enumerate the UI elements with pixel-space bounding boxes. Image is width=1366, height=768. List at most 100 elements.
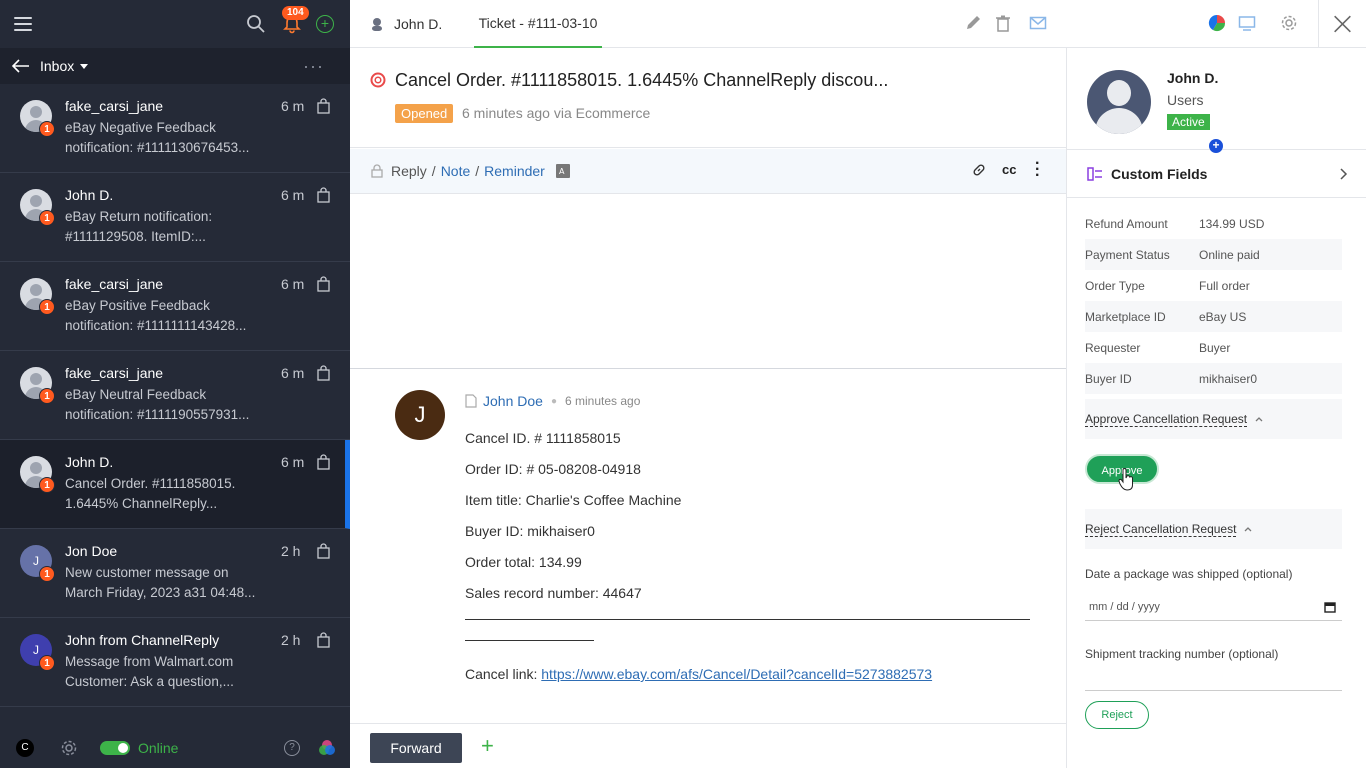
conversation-item[interactable]: 1 fake_carsi_jane eBay Negative Feedback n… xyxy=(0,84,350,173)
field-key: Refund Amount xyxy=(1085,216,1168,231)
reject-button[interactable]: Reject xyxy=(1085,701,1149,729)
add-icon[interactable]: + xyxy=(481,735,494,757)
tab-user-label: John D. xyxy=(394,16,443,32)
shopping-bag-icon[interactable] xyxy=(317,632,330,648)
conversation-name: fake_carsi_jane xyxy=(65,276,164,292)
more-vertical-icon[interactable]: · · · xyxy=(1035,156,1040,184)
online-toggle[interactable] xyxy=(100,741,130,755)
mail-icon[interactable] xyxy=(1029,14,1047,32)
chevron-down-icon[interactable] xyxy=(80,63,89,69)
conversation-snippet: eBay Negative Feedback notification: #11… xyxy=(65,120,250,155)
online-status-label: Online xyxy=(138,740,179,756)
lifebuoy-icon xyxy=(370,72,386,88)
conversation-time: 6 m xyxy=(281,98,305,114)
more-options-icon[interactable]: ··· xyxy=(303,56,324,77)
unread-count-badge: 1 xyxy=(39,388,55,404)
shopping-bag-icon[interactable] xyxy=(317,276,330,292)
trash-icon[interactable] xyxy=(994,14,1012,32)
custom-fields: Refund Amount 134.99 USD Payment Status On… xyxy=(1067,198,1366,729)
shopping-bag-icon[interactable] xyxy=(317,454,330,470)
conversation-snippet: Cancel Order. #1111858015. 1.6445% Chann… xyxy=(65,476,236,511)
field-value: Online paid xyxy=(1199,247,1260,262)
conversation-name: John D. xyxy=(65,187,114,203)
custom-fields-label: Custom Fields xyxy=(1111,165,1208,182)
add-conversation-button[interactable]: + xyxy=(316,15,334,33)
customer-name[interactable]: John D. xyxy=(1167,70,1218,86)
status-badge[interactable]: Opened xyxy=(395,104,454,123)
document-icon xyxy=(465,394,477,408)
sidebar-topbar: 104 + xyxy=(0,0,350,48)
message-body: Cancel ID. # 1111858015 Order ID: # 05-0… xyxy=(465,423,1035,683)
field-row: Buyer ID mikhaiser0 xyxy=(1085,363,1342,394)
search-icon[interactable] xyxy=(246,14,266,34)
shopping-bag-icon[interactable] xyxy=(317,543,330,559)
field-key: Order Type xyxy=(1085,278,1145,293)
translate-icon[interactable]: A xyxy=(555,163,571,179)
avatar: J xyxy=(395,390,445,440)
conversation-name: fake_carsi_jane xyxy=(65,365,164,381)
avatar[interactable]: C xyxy=(16,739,34,757)
close-icon[interactable] xyxy=(1318,0,1366,48)
tab-user[interactable]: John D. xyxy=(370,0,442,48)
conversation-item[interactable]: J 1 Jon Doe New customer message on March F… xyxy=(0,529,350,618)
pie-chart-icon[interactable] xyxy=(1208,14,1226,32)
reminder-tab[interactable]: Reminder xyxy=(484,163,545,179)
message-line: Order total: 134.99 xyxy=(465,554,582,570)
conversation-item[interactable]: 1 fake_carsi_jane eBay Positive Feedback n… xyxy=(0,262,350,351)
ticket-meta: 6 minutes ago via Ecommerce xyxy=(462,105,651,121)
inbox-dropdown[interactable]: Inbox xyxy=(40,58,74,74)
calendar-icon[interactable] xyxy=(1324,601,1336,613)
field-value: eBay US xyxy=(1199,309,1247,324)
message-line: Item title: Charlie's Coffee Machine xyxy=(465,492,682,508)
field-value: 134.99 USD xyxy=(1199,216,1265,231)
add-icon[interactable]: + xyxy=(1209,139,1223,153)
note-tab[interactable]: Note xyxy=(441,163,471,179)
date-shipped-input[interactable]: mm / dd / yyyy xyxy=(1085,593,1342,621)
bottom-bar: Forward + xyxy=(350,723,1066,768)
help-icon[interactable]: ? xyxy=(284,740,300,756)
conversation-item[interactable]: 1 fake_carsi_jane eBay Neutral Feedback no… xyxy=(0,351,350,440)
cc-button[interactable]: cc xyxy=(1002,162,1016,177)
conversation-time: 6 m xyxy=(281,187,305,203)
message-author[interactable]: John Doe xyxy=(483,393,543,409)
tab-ticket-label: Ticket - #111-03-10 xyxy=(478,15,598,31)
field-value: Buyer xyxy=(1199,340,1231,355)
lock-icon xyxy=(371,164,383,178)
reply-textarea[interactable] xyxy=(350,194,1066,369)
field-row: Order Type Full order xyxy=(1085,270,1342,301)
settings-gear-icon[interactable] xyxy=(1280,14,1298,32)
conversation-snippet: eBay Positive Feedback notification: #11… xyxy=(65,298,247,333)
monitor-icon[interactable] xyxy=(1238,14,1256,32)
menu-icon[interactable] xyxy=(14,17,32,31)
shopping-bag-icon[interactable] xyxy=(317,365,330,381)
shopping-bag-icon[interactable] xyxy=(317,187,330,203)
cancel-link[interactable]: https://www.ebay.com/afs/Cancel/Detail?c… xyxy=(541,666,932,682)
conversation-item[interactable]: 1 John D. Cancel Order. #1111858015. 1.644… xyxy=(0,440,350,529)
cancel-link-line: Cancel link: https://www.ebay.com/afs/Ca… xyxy=(465,665,1035,683)
edit-icon[interactable] xyxy=(964,14,982,32)
conversation-snippet: Message from Walmart.com Customer: Ask a… xyxy=(65,654,234,689)
approve-section-header[interactable]: Approve Cancellation Request xyxy=(1085,399,1342,439)
back-arrow-icon[interactable] xyxy=(12,59,30,73)
unread-count-badge: 1 xyxy=(39,655,55,671)
message-time: 6 minutes ago xyxy=(564,394,641,408)
conversation-list: 1 fake_carsi_jane eBay Negative Feedback n… xyxy=(0,84,350,724)
tab-ticket[interactable]: Ticket - #111-03-10 xyxy=(474,0,602,48)
tracking-number-input[interactable] xyxy=(1085,671,1342,691)
conversation-item[interactable]: 1 John D. eBay Return notification: #11111… xyxy=(0,173,350,262)
notification-count-badge: 104 xyxy=(282,6,309,20)
link-icon[interactable] xyxy=(972,163,986,177)
conversation-snippet: eBay Return notification: #1111129508. I… xyxy=(65,209,213,244)
custom-fields-header[interactable]: Custom Fields xyxy=(1067,150,1366,198)
shopping-bag-icon[interactable] xyxy=(317,98,330,114)
customer-card: John D. Users Active + xyxy=(1067,48,1366,153)
forward-button[interactable]: Forward xyxy=(370,733,462,763)
reject-section-header[interactable]: Reject Cancellation Request xyxy=(1085,509,1342,549)
conversation-item[interactable]: J 1 John from ChannelReply Message from Wal… xyxy=(0,618,350,707)
chevron-right-icon[interactable] xyxy=(1340,168,1348,180)
reply-tab[interactable]: Reply xyxy=(391,163,427,179)
conversation-snippet: New customer message on March Friday, 20… xyxy=(65,565,256,600)
avatar xyxy=(1087,70,1151,134)
gear-icon[interactable] xyxy=(60,739,78,757)
apps-icon[interactable] xyxy=(318,739,336,757)
